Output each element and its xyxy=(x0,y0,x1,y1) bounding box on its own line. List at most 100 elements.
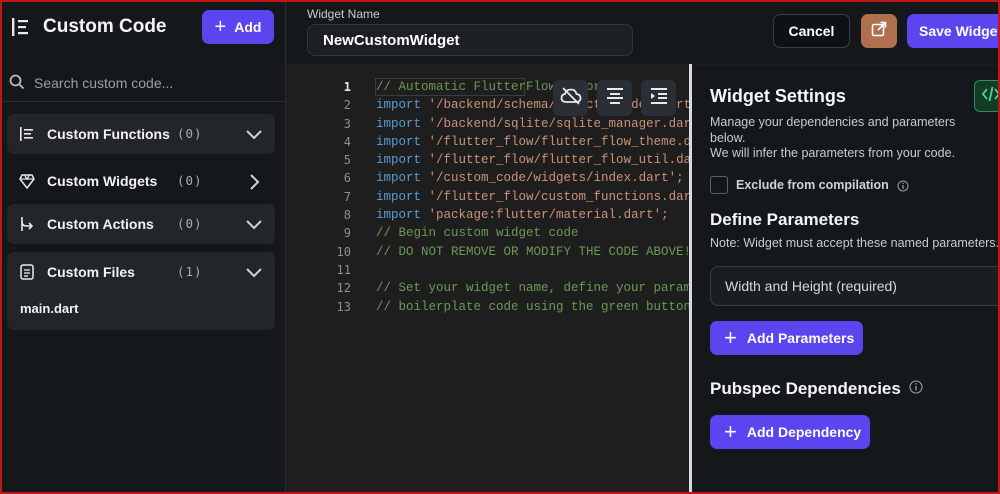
line-number: 12 xyxy=(336,281,351,296)
custom-code-sidebar: Custom Code + Add Custom Functions (0) xyxy=(0,0,286,494)
group-header-custom-actions[interactable]: Custom Actions (0) xyxy=(7,204,275,244)
align-center-icon xyxy=(605,86,625,111)
hide-cloud-button[interactable] xyxy=(553,80,588,116)
sidebar-title: Custom Code xyxy=(43,16,167,37)
line-number: 6 xyxy=(343,171,351,186)
group-header-custom-widgets[interactable]: Custom Widgets (0) xyxy=(7,161,275,201)
code-token: '/flutter_flow/custom_functions.dart'; xyxy=(428,189,689,204)
define-parameters-note: Note: Widget must accept these named par… xyxy=(710,236,1000,250)
code-line: import 'package:flutter/material.dart'; xyxy=(376,206,689,224)
file-item-main-dart[interactable]: main.dart xyxy=(20,301,79,316)
code-token: import xyxy=(376,153,422,168)
chevron-down-icon[interactable] xyxy=(245,216,263,234)
custom-code-icon xyxy=(10,16,32,38)
code-token: import xyxy=(376,189,422,204)
code-line: import '/custom_code/widgets/index.dart'… xyxy=(376,169,689,187)
code-icon xyxy=(981,86,1000,107)
code-token: 'package:flutter/material.dart'; xyxy=(428,208,669,223)
parameter-input[interactable] xyxy=(710,266,1000,306)
widget-top-bar: Widget Name Cancel Save Widget xyxy=(287,0,1000,64)
functions-icon xyxy=(19,126,35,142)
chevron-down-icon[interactable] xyxy=(245,264,263,282)
line-number: 5 xyxy=(343,153,351,168)
diamond-icon xyxy=(19,173,35,190)
add-button-label: Add xyxy=(234,19,262,35)
line-number: 10 xyxy=(336,244,351,259)
add-dependency-button[interactable]: + Add Dependency xyxy=(710,415,870,449)
info-icon[interactable] xyxy=(897,179,909,192)
widget-name-input[interactable] xyxy=(307,24,633,56)
group-custom-files: Custom Files (1) main.dart xyxy=(7,252,275,330)
code-token: '/flutter_flow/flutter_flow_theme.dart'; xyxy=(428,134,689,149)
define-parameters-title: Define Parameters xyxy=(710,210,860,229)
code-token: import xyxy=(376,208,422,223)
line-number: 8 xyxy=(343,208,351,223)
search-input[interactable] xyxy=(34,72,274,94)
code-token: import xyxy=(376,171,422,186)
line-number: 1 xyxy=(343,80,351,94)
line-number: 11 xyxy=(336,262,351,277)
save-widget-button[interactable]: Save Widget xyxy=(907,14,1000,48)
group-header-custom-files[interactable]: Custom Files (1) xyxy=(7,252,275,292)
group-custom-functions: Custom Functions (0) xyxy=(7,114,275,154)
line-number: 9 xyxy=(343,226,351,241)
cloud-off-icon xyxy=(560,86,582,111)
code-line: // Begin custom widget code xyxy=(376,224,689,242)
add-button[interactable]: + Add xyxy=(202,10,274,44)
exclude-compilation-checkbox[interactable] xyxy=(710,176,728,194)
group-count: (1) xyxy=(177,264,203,279)
panel-description: Manage your dependencies and parameters … xyxy=(710,115,990,162)
boilerplate-code-button[interactable] xyxy=(974,80,1000,112)
group-custom-widgets: Custom Widgets (0) xyxy=(7,161,275,201)
group-count: (0) xyxy=(177,216,203,231)
code-line: import '/backend/sqlite/sqlite_manager.d… xyxy=(376,115,689,133)
line-number: 4 xyxy=(343,134,351,149)
info-icon[interactable] xyxy=(909,379,923,399)
open-external-icon xyxy=(871,21,887,42)
code-line: import '/flutter_flow/flutter_flow_util.… xyxy=(376,151,689,169)
file-icon xyxy=(19,264,35,280)
widget-settings-panel: Widget Settings Manage your dependencies… xyxy=(692,66,1000,494)
search-icon xyxy=(9,74,25,90)
group-header-custom-functions[interactable]: Custom Functions (0) xyxy=(7,114,275,154)
chevron-down-icon[interactable] xyxy=(245,126,263,144)
cancel-button[interactable]: Cancel xyxy=(773,14,850,48)
line-number: 7 xyxy=(343,189,351,204)
code-token: import xyxy=(376,116,422,131)
group-label: Custom Actions xyxy=(47,216,154,232)
open-external-button[interactable] xyxy=(861,14,897,48)
chevron-right-icon[interactable] xyxy=(245,173,263,191)
exclude-compilation-row: Exclude from compilation xyxy=(710,176,909,194)
line-number: 3 xyxy=(343,116,351,131)
add-parameters-button[interactable]: + Add Parameters xyxy=(710,321,863,355)
sidebar-header: Custom Code + Add xyxy=(0,0,286,56)
plus-icon: + xyxy=(724,325,737,350)
line-number: 2 xyxy=(343,98,351,113)
code-token: // Begin custom widget code xyxy=(376,226,579,241)
search-bar xyxy=(0,66,286,102)
code-line: // DO NOT REMOVE OR MODIFY THE CODE ABOV… xyxy=(376,243,689,261)
plus-icon: + xyxy=(214,16,227,38)
code-token: '/flutter_flow/flutter_flow_util.dart'; xyxy=(428,153,689,168)
line-number: 13 xyxy=(336,299,351,314)
code-token: // boilerplate code using the green butt… xyxy=(376,299,689,314)
group-label: Custom Widgets xyxy=(47,173,158,189)
format-code-button[interactable] xyxy=(597,80,632,116)
code-token: import xyxy=(376,98,422,113)
group-custom-actions: Custom Actions (0) xyxy=(7,204,275,244)
group-label: Custom Files xyxy=(47,264,135,280)
indent-button[interactable] xyxy=(641,80,676,116)
code-token: // DO NOT REMOVE OR MODIFY THE CODE ABOV… xyxy=(376,244,689,259)
code-token: '/backend/sqlite/sqlite_manager.dart'; xyxy=(428,116,689,131)
group-count: (0) xyxy=(177,173,203,188)
pubspec-title: Pubspec Dependencies xyxy=(710,379,901,398)
code-line: // boilerplate code using the green butt… xyxy=(376,298,689,316)
code-editor[interactable]: 1 2 3 4 5 6 7 8 9 10 11 12 13 // Automatic FlutterFl… xyxy=(287,66,689,494)
